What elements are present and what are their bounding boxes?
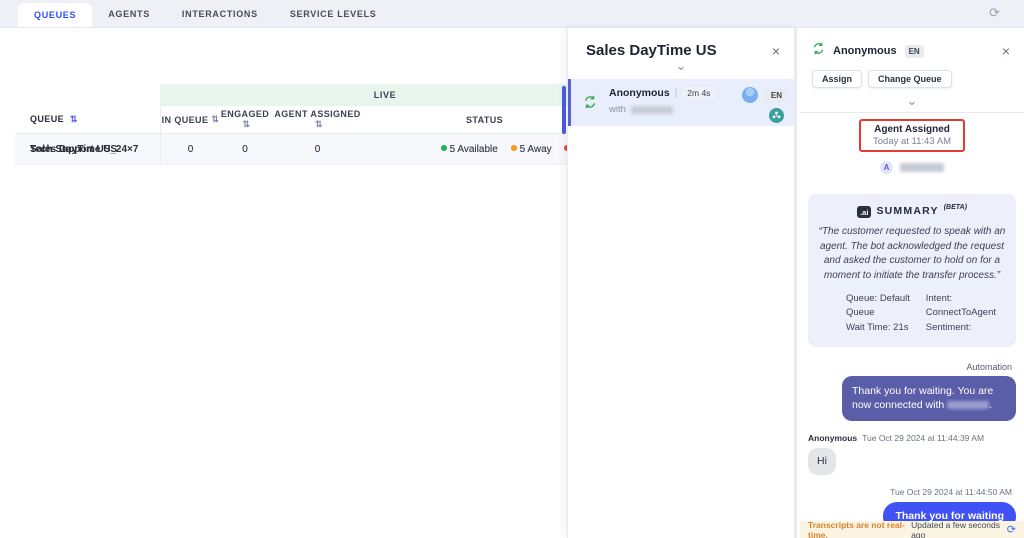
sort-icon[interactable]: ⇅: [315, 119, 323, 129]
redacted-agent-name: [900, 163, 944, 172]
queue-panel-title: Sales DayTime US: [586, 42, 717, 59]
sort-icon[interactable]: ⇅: [211, 114, 219, 125]
interaction-detail-panel: Anonymous EN × Assign Change Queue ⌄ Age…: [800, 28, 1024, 538]
agent-assigned-value: 0: [314, 143, 321, 155]
table-header-row: QUEUE ⇅ IN QUEUE ⇅ ENGAGED ⇅ AGENT ASSIG…: [15, 106, 610, 134]
transcript-footer: Transcripts are not real-time. Updated a…: [800, 519, 1024, 538]
summary-title: SUMMARY: [876, 205, 939, 217]
tab-interactions[interactable]: INTERACTIONS: [166, 0, 274, 27]
sort-icon[interactable]: ⇅: [70, 114, 78, 124]
table-row[interactable]: Tech Support US_24×7 0 0 0 5 Available 5…: [15, 134, 610, 165]
column-header-queue[interactable]: QUEUE ⇅: [15, 114, 160, 125]
summary-fields-left: Queue: Default Queue Wait Time: 21s: [846, 293, 910, 333]
chevron-down-icon[interactable]: ⌄: [568, 59, 794, 72]
sender-name: Anonymous: [808, 433, 858, 444]
duration-badge: 2m 4s: [682, 87, 716, 99]
contact-name: Anonymous: [833, 45, 897, 57]
queue-name: Tech Support US_24×7: [30, 143, 139, 155]
customer-message-bubble: Hi: [808, 448, 836, 475]
avatar: [742, 87, 758, 103]
chevron-down-icon[interactable]: ⌄: [800, 88, 1024, 113]
agent-message-meta: Tue Oct 29 2024 at 11:44:50 AM: [890, 486, 1012, 497]
column-header-in-queue[interactable]: IN QUEUE ⇅: [160, 106, 220, 133]
top-tab-bar: QUEUES AGENTS INTERACTIONS SERVICE LEVEL…: [0, 0, 1024, 28]
updated-label: Updated a few seconds ago: [911, 519, 1000, 538]
live-group-header: LIVE: [160, 84, 610, 106]
language-badge: EN: [904, 44, 924, 58]
column-header-engaged[interactable]: ENGAGED ⇅: [220, 109, 270, 130]
redacted-agent-name: [630, 105, 673, 114]
engaged-value: 0: [242, 143, 248, 155]
with-label: with: [609, 104, 626, 115]
queue-detail-panel: Sales DayTime US × ⌄ Anonymous | 2m 4s w…: [567, 28, 797, 538]
agent-avatar: A: [880, 161, 893, 174]
event-time: Today at 11:43 AM: [873, 136, 951, 147]
ai-icon: .ai: [857, 206, 872, 218]
contact-center-app: QUEUES AGENTS INTERACTIONS SERVICE LEVEL…: [0, 0, 1024, 538]
timestamp: Tue Oct 29 2024 at 11:44:39 AM: [862, 433, 985, 444]
close-icon[interactable]: ×: [1002, 44, 1010, 58]
in-queue-value: 0: [160, 134, 220, 164]
redacted-agent-name: [947, 401, 990, 410]
customer-message-meta: Anonymous Tue Oct 29 2024 at 11:44:39 AM: [808, 433, 1016, 443]
queues-table: LIVE QUEUE ⇅ IN QUEUE ⇅ ENGAGED ⇅ AGENT …: [0, 28, 610, 288]
transfer-icon: [583, 95, 597, 114]
event-title: Agent Assigned: [874, 124, 950, 135]
transcript-notice: Transcripts are not real-time.: [808, 519, 905, 538]
language-badge: EN: [766, 89, 786, 102]
beta-label: (BETA): [943, 204, 967, 211]
contact-name: Anonymous: [609, 87, 670, 99]
tab-agents[interactable]: AGENTS: [92, 0, 166, 27]
automation-sender-label: Automation: [966, 361, 1012, 372]
refresh-icon[interactable]: ⟳: [989, 5, 1000, 21]
assign-button[interactable]: Assign: [812, 70, 863, 88]
agent-assigned-event-annotation: Agent Assigned Today at 11:43 AM: [859, 119, 965, 152]
assigned-agent-row: A: [808, 161, 1016, 174]
automation-message-bubble: Thank you for waiting. You are now conne…: [842, 375, 1016, 422]
chat-transcript: Agent Assigned Today at 11:43 AM A .ai S…: [800, 111, 1024, 521]
chat-channel-icon: [769, 108, 784, 123]
available-dot: [440, 144, 447, 151]
table-scrollbar[interactable]: [562, 86, 566, 134]
refresh-icon[interactable]: ⟳: [1007, 523, 1016, 536]
tab-service-levels[interactable]: SERVICE LEVELS: [274, 0, 393, 27]
separator: |: [674, 87, 678, 99]
agent-message-bubble: Thank you for waiting: [883, 501, 1016, 521]
interaction-list-item[interactable]: Anonymous | 2m 4s with EN: [568, 79, 794, 126]
change-queue-button[interactable]: Change Queue: [868, 70, 952, 88]
away-dot: [510, 144, 517, 151]
summary-fields-right: Intent: ConnectToAgent Sentiment:: [925, 293, 996, 333]
transfer-icon: [812, 42, 825, 60]
tab-queues[interactable]: QUEUES: [18, 3, 93, 27]
close-icon[interactable]: ×: [772, 44, 780, 58]
summary-quote: “The customer requested to speak with an…: [818, 226, 1006, 281]
sort-icon[interactable]: ⇅: [243, 119, 251, 129]
column-header-agent-assigned[interactable]: AGENT ASSIGNED ⇅: [270, 109, 365, 130]
ai-summary-card: .ai SUMMARY (BETA) “The customer request…: [808, 194, 1016, 347]
